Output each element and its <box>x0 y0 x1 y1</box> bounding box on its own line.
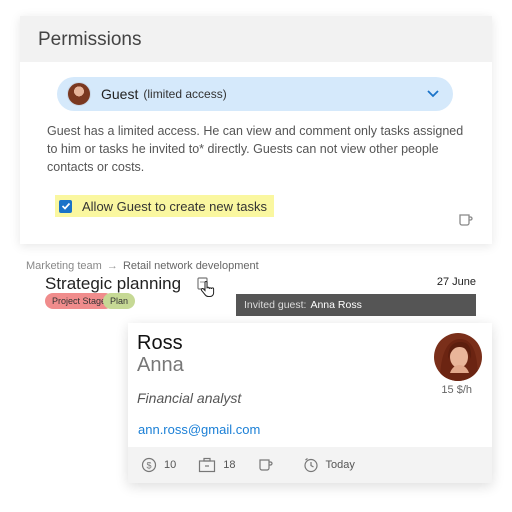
chevron-down-icon[interactable] <box>426 87 440 101</box>
avatar <box>67 82 91 106</box>
stat-cost[interactable]: $ 10 <box>141 457 176 473</box>
allow-create-checkbox[interactable] <box>59 199 72 213</box>
stat-cost-value: 10 <box>164 459 177 471</box>
coffee-cup-icon[interactable] <box>458 212 474 228</box>
permissions-title: Permissions <box>20 16 492 62</box>
breadcrumb-subproject[interactable]: Retail network development <box>123 260 259 272</box>
svg-text:$: $ <box>146 461 151 471</box>
allow-create-label: Allow Guest to create new tasks <box>82 198 267 214</box>
allow-create-option[interactable]: Allow Guest to create new tasks <box>55 195 274 217</box>
stage: Permissions Guest (limited access) Guest… <box>0 0 512 512</box>
breadcrumb-arrow: → <box>106 260 118 272</box>
task-title[interactable]: Strategic planning <box>45 274 181 294</box>
avatar <box>434 333 482 381</box>
clock-icon <box>303 458 318 473</box>
check-icon <box>61 202 70 210</box>
tooltip-prefix: Invited guest: <box>244 299 307 311</box>
contact-first-name: Anna <box>137 354 184 376</box>
stat-tasks-value: 18 <box>223 459 236 471</box>
contact-last-name: Ross <box>137 332 183 354</box>
contact-stats-bar: $ 10 18 Today <box>128 447 492 483</box>
permissions-panel: Permissions Guest (limited access) Guest… <box>20 16 492 244</box>
contact-job-title: Financial analyst <box>137 390 242 406</box>
coffee-cup-icon <box>258 459 273 471</box>
role-dropdown[interactable]: Guest (limited access) <box>57 77 453 111</box>
stat-due[interactable]: Today <box>303 457 355 473</box>
contact-card: Ross Anna 15 $/h Financial analyst ann.r… <box>128 323 492 483</box>
tooltip-guest-name: Anna Ross <box>310 299 362 311</box>
dollar-icon: $ <box>141 457 157 473</box>
task-due-date: 27 June <box>436 276 476 288</box>
breadcrumb-project[interactable]: Marketing team <box>26 260 102 272</box>
hand-cursor-icon <box>200 281 215 297</box>
breadcrumb: Marketing team → Retail network developm… <box>26 260 259 272</box>
role-access: (limited access) <box>143 87 227 101</box>
stat-tasks[interactable]: 18 <box>198 457 236 473</box>
briefcase-icon <box>199 457 216 473</box>
invited-guest-tooltip: Invited guest: Anna Ross <box>236 294 476 316</box>
contact-email-link[interactable]: ann.ross@gmail.com <box>138 422 260 437</box>
profile-photo <box>434 333 482 381</box>
contact-rate: 15 $/h <box>441 384 472 396</box>
tag-plan[interactable]: Plan <box>103 293 136 309</box>
role-name: Guest <box>101 86 139 102</box>
permissions-description: Guest has a limited access. He can view … <box>47 124 464 174</box>
stat-due-value: Today <box>325 459 355 471</box>
stat-coffee[interactable] <box>258 457 281 473</box>
